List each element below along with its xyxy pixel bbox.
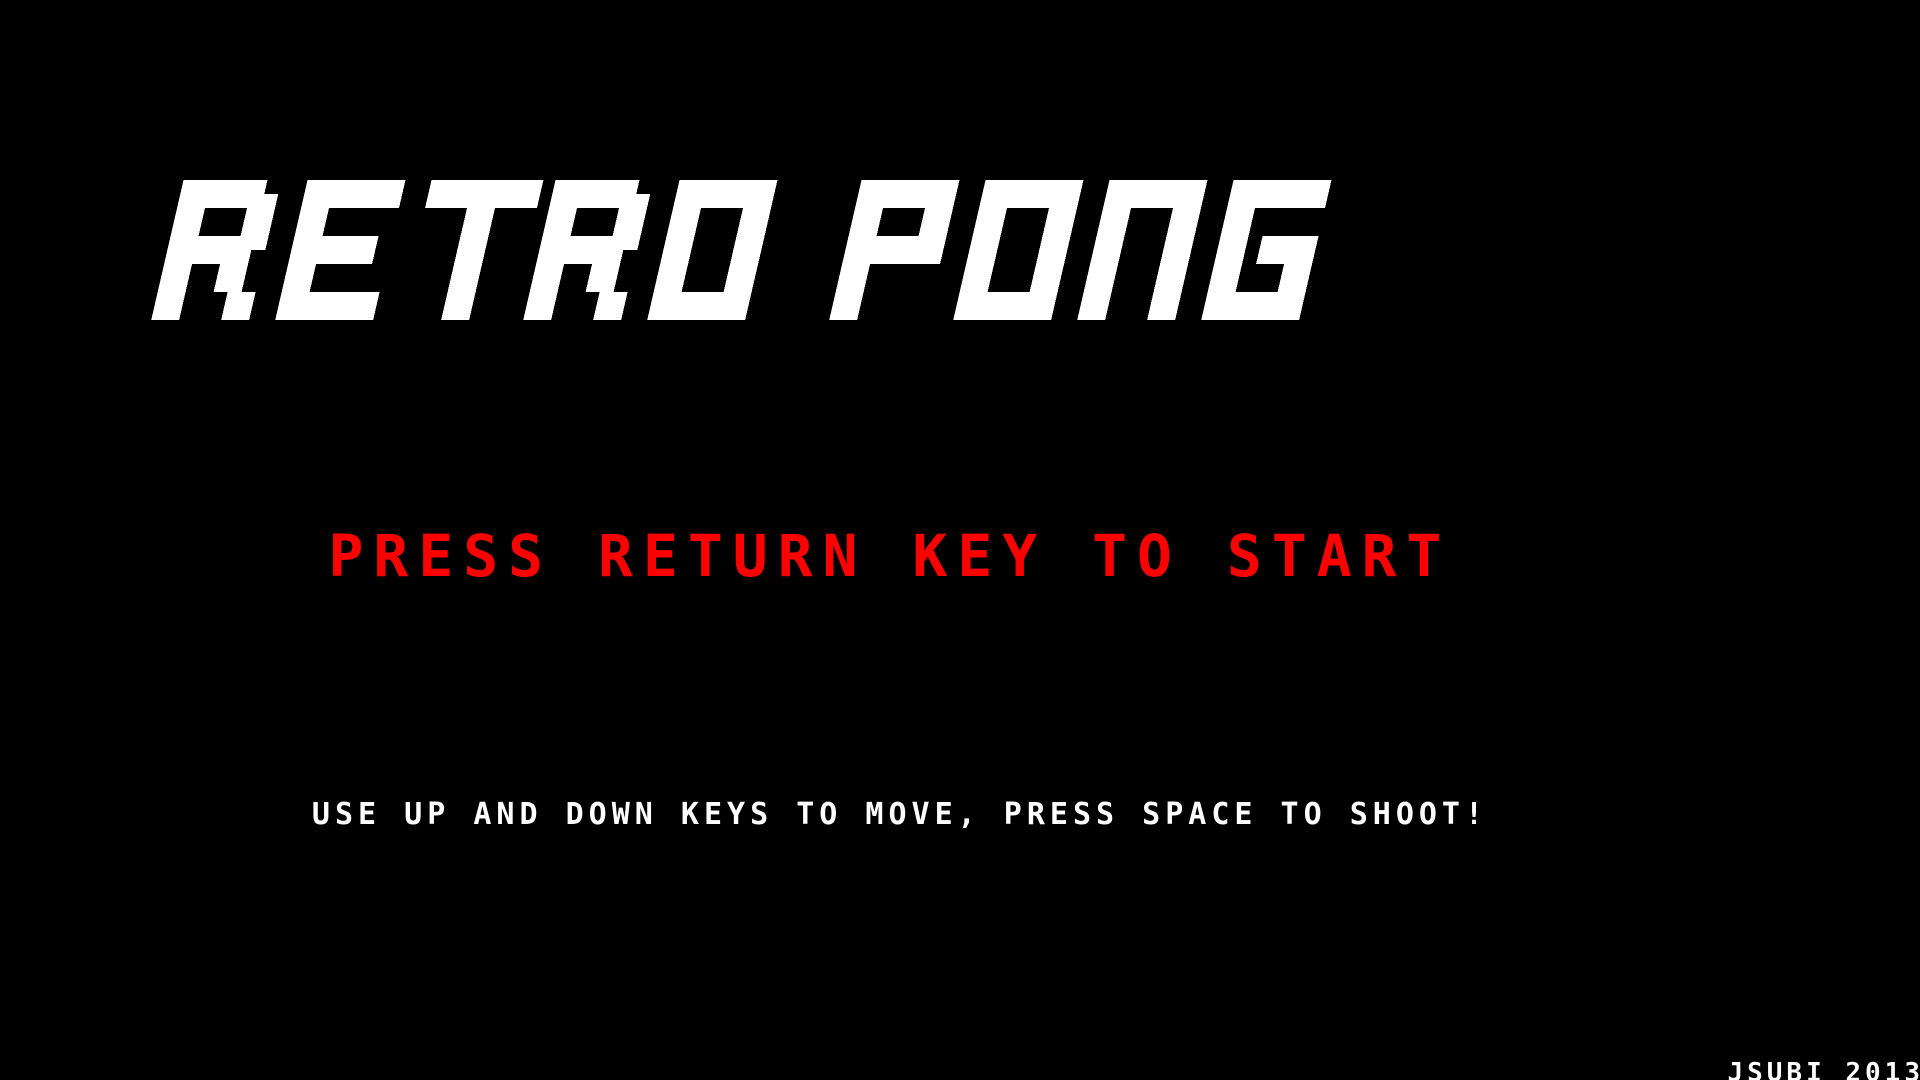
game-title-glyphs [150, 175, 1359, 325]
title-word-pong [828, 175, 1359, 325]
title-letter-n [1076, 175, 1223, 325]
title-letter-o [646, 175, 793, 325]
game-title [0, 150, 1920, 350]
title-letter-o-2 [952, 175, 1099, 325]
title-letter-r-2 [522, 175, 669, 325]
title-letter-p [828, 175, 975, 325]
game-title-screen: PRESS RETURN KEY TO START USE UP AND DOW… [0, 0, 1920, 1080]
author-credit: JSUBI 2013 [1727, 1058, 1920, 1080]
title-letter-g [1200, 175, 1347, 325]
press-return-prompt[interactable]: PRESS RETURN KEY TO START [0, 527, 1920, 585]
title-letter-e [274, 175, 421, 325]
title-letter-r [150, 175, 297, 325]
title-word-retro [150, 175, 805, 325]
controls-instructions: USE UP AND DOWN KEYS TO MOVE, PRESS SPAC… [311, 797, 1489, 832]
title-letter-t [398, 175, 545, 325]
